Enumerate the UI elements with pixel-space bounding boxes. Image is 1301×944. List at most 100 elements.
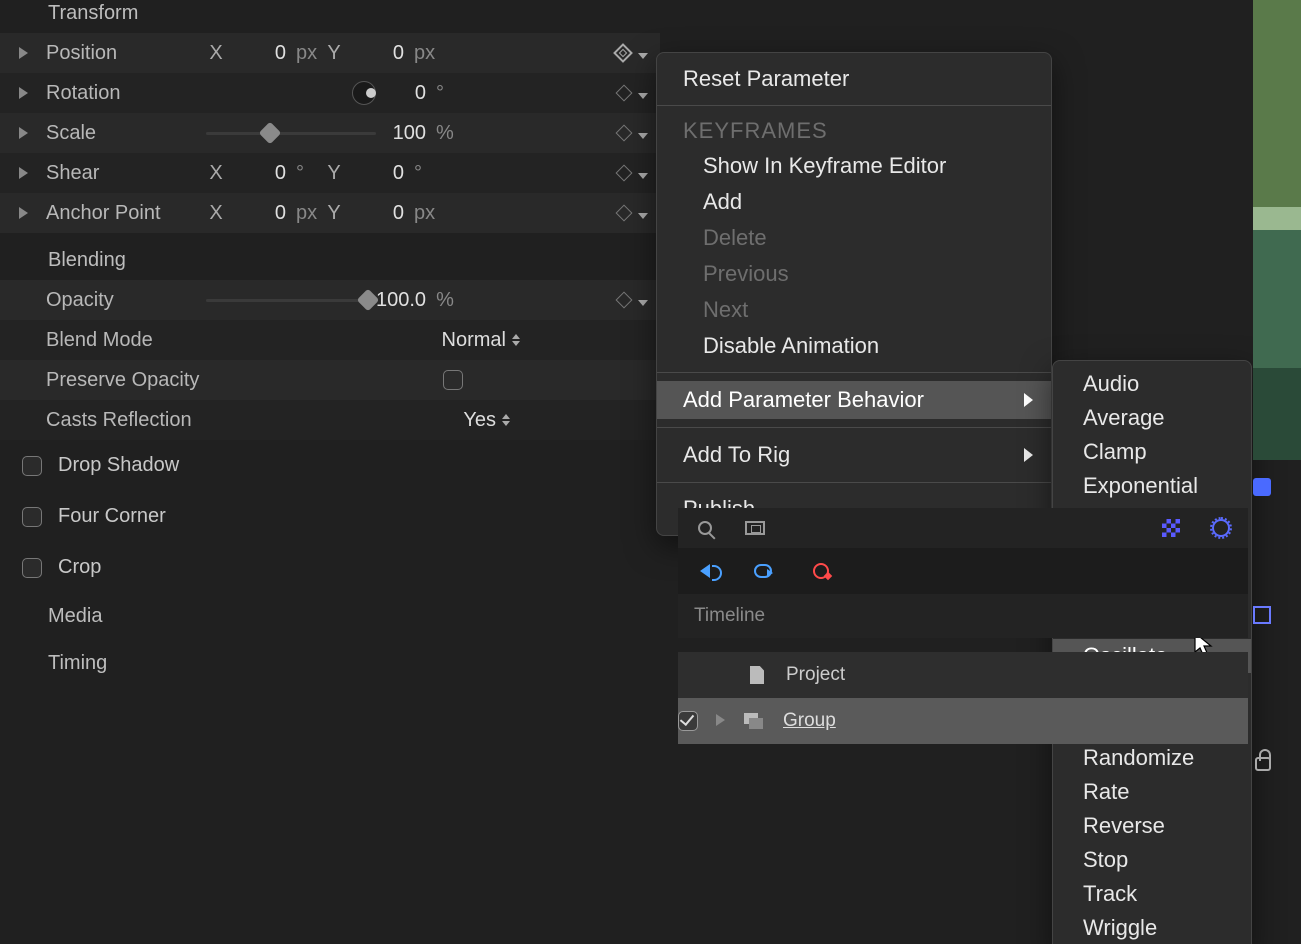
rotation-dial[interactable] <box>352 81 376 105</box>
param-media[interactable]: Media <box>0 593 660 640</box>
param-rotation[interactable]: Rotation 0° <box>0 73 660 113</box>
disclosure-icon[interactable] <box>0 162 46 185</box>
keyframe-icon[interactable] <box>616 125 633 142</box>
context-menu: Reset Parameter KEYFRAMES Show In Keyfra… <box>656 52 1052 536</box>
keyframe-icon[interactable] <box>616 85 633 102</box>
param-blend-mode[interactable]: Blend Mode Normal <box>0 320 660 360</box>
caret-down-icon[interactable] <box>638 202 648 225</box>
menu-show-keyframe-editor[interactable]: Show In Keyframe Editor <box>657 148 1051 184</box>
disclosure-icon[interactable] <box>0 42 46 65</box>
value[interactable]: 0 <box>236 202 286 225</box>
gear-icon[interactable] <box>1210 517 1232 539</box>
param-label: Anchor Point <box>46 202 206 225</box>
timeline-group-row[interactable]: Group <box>678 698 1248 744</box>
select-value[interactable]: Yes <box>463 409 496 432</box>
caret-down-icon[interactable] <box>638 42 648 65</box>
check-label: Drop Shadow <box>58 454 179 477</box>
caret-down-icon[interactable] <box>638 82 648 105</box>
value[interactable]: 0 <box>354 162 404 185</box>
param-drop-shadow[interactable]: Drop Shadow <box>0 440 660 491</box>
menu-reset-parameter[interactable]: Reset Parameter <box>657 61 1051 97</box>
separator <box>657 372 1051 373</box>
section-transform: Transform <box>0 0 660 33</box>
badge-icon <box>1253 478 1271 496</box>
submenu-item-track[interactable]: Track <box>1053 877 1251 911</box>
value[interactable]: 0 <box>354 202 404 225</box>
menu-delete: Delete <box>657 220 1051 256</box>
submenu-item-wriggle[interactable]: Wriggle <box>1053 911 1251 944</box>
submenu-item-rate[interactable]: Rate <box>1053 775 1251 809</box>
frame-icon[interactable] <box>744 517 766 539</box>
scale-slider[interactable] <box>206 124 376 142</box>
param-four-corner[interactable]: Four Corner <box>0 491 660 542</box>
layers-icon <box>743 710 765 732</box>
param-label: Casts Reflection <box>46 409 306 432</box>
disclosure-icon[interactable] <box>0 82 46 105</box>
checkbox[interactable] <box>22 507 42 527</box>
caret-down-icon[interactable] <box>638 162 648 185</box>
menu-add-parameter-behavior[interactable]: Add Parameter Behavior <box>657 381 1051 419</box>
row-label: Project <box>786 664 845 686</box>
disclosure-icon[interactable] <box>716 710 725 732</box>
caret-down-icon[interactable] <box>638 122 648 145</box>
param-scale[interactable]: Scale 100% <box>0 113 660 153</box>
param-opacity[interactable]: Opacity 100.0% <box>0 280 660 320</box>
value[interactable]: 100 <box>376 122 426 145</box>
param-casts-reflection[interactable]: Casts Reflection Yes <box>0 400 660 440</box>
square-icon <box>1253 606 1271 624</box>
param-crop[interactable]: Crop <box>0 542 660 593</box>
submenu-item-clamp[interactable]: Clamp <box>1053 435 1251 469</box>
param-shear[interactable]: Shear X0° Y0° <box>0 153 660 193</box>
value[interactable]: 0 <box>236 42 286 65</box>
check-label: Crop <box>58 556 101 579</box>
loop-icon[interactable] <box>752 560 774 582</box>
row-label: Group <box>783 710 836 732</box>
param-label: Rotation <box>46 82 206 105</box>
search-icon[interactable] <box>694 517 716 539</box>
value[interactable]: 100.0 <box>376 289 426 312</box>
submenu-item-average[interactable]: Average <box>1053 401 1251 435</box>
value[interactable]: 0 <box>376 82 426 105</box>
value[interactable]: 0 <box>354 42 404 65</box>
submenu-item-randomize[interactable]: Randomize <box>1053 741 1251 775</box>
menu-add-to-rig[interactable]: Add To Rig <box>657 436 1051 474</box>
param-position[interactable]: Position X0px Y0px <box>0 33 660 73</box>
keyframe-icon[interactable] <box>616 292 633 309</box>
checkbox[interactable] <box>22 558 42 578</box>
keyframe-icon[interactable] <box>616 205 633 222</box>
updown-icon[interactable] <box>502 414 510 426</box>
caret-down-icon[interactable] <box>638 289 648 312</box>
disclosure-icon[interactable] <box>0 202 46 225</box>
lock-icon[interactable] <box>1255 757 1271 771</box>
param-label: Blend Mode <box>46 329 206 352</box>
checker-icon[interactable] <box>1160 517 1182 539</box>
param-preserve-opacity[interactable]: Preserve Opacity <box>0 360 660 400</box>
submenu-item-stop[interactable]: Stop <box>1053 843 1251 877</box>
value[interactable]: 0 <box>236 162 286 185</box>
timeline-project-row[interactable]: Project <box>678 652 1248 698</box>
chevron-right-icon <box>1024 442 1033 468</box>
menu-header-keyframes: KEYFRAMES <box>657 114 1051 148</box>
param-anchor-point[interactable]: Anchor Point X0px Y0px <box>0 193 660 233</box>
sound-icon[interactable] <box>694 560 716 582</box>
opacity-slider[interactable] <box>206 291 376 309</box>
section-blending: Blending <box>0 247 660 280</box>
select-value[interactable]: Normal <box>442 329 506 352</box>
menu-disable-animation[interactable]: Disable Animation <box>657 328 1051 364</box>
checkbox-checked[interactable] <box>678 711 698 731</box>
param-label: Shear <box>46 162 206 185</box>
record-icon[interactable] <box>810 560 832 582</box>
checkbox[interactable] <box>443 370 463 390</box>
submenu-item-exponential[interactable]: Exponential <box>1053 469 1251 503</box>
checkbox[interactable] <box>22 456 42 476</box>
menu-add[interactable]: Add <box>657 184 1051 220</box>
param-timing[interactable]: Timing <box>0 640 660 687</box>
submenu-item-audio[interactable]: Audio <box>1053 367 1251 401</box>
check-label: Four Corner <box>58 505 166 528</box>
submenu-item-reverse[interactable]: Reverse <box>1053 809 1251 843</box>
disclosure-icon[interactable] <box>0 122 46 145</box>
timeline-panel: Timeline Project Group <box>678 508 1248 744</box>
keyframe-icon[interactable] <box>616 165 633 182</box>
updown-icon[interactable] <box>512 334 520 346</box>
keyframe-icon[interactable] <box>613 43 633 63</box>
